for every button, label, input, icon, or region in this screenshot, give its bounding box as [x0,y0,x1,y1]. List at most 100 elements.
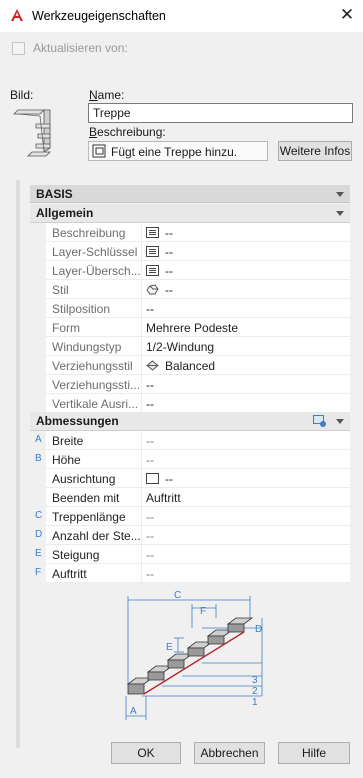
allgemein-row[interactable]: Form Mehrere Podeste [30,318,350,337]
property-name: Verziehungssti... [46,375,142,394]
property-value[interactable]: -- [142,280,350,299]
dimension-letter: E [35,548,42,559]
property-name: Anzahl der Ste... [46,526,142,545]
ok-button[interactable]: OK [111,742,181,764]
abmessungen-row[interactable]: D Anzahl der Ste... -- [30,526,350,545]
autocad-logo-icon [11,9,23,21]
property-name: Layer-Übersch... [46,261,142,280]
row-gutter [30,280,46,299]
collapse-abmessungen-icon[interactable] [336,419,344,424]
allgemein-row[interactable]: Layer-Schlüssel -- [30,242,350,261]
more-info-button[interactable]: Weitere Infos [278,141,352,161]
property-value-text: -- [146,397,154,411]
allgemein-row[interactable]: Layer-Übersch... -- [30,261,350,280]
property-value[interactable]: -- [142,299,350,318]
collapse-allgemein-icon[interactable] [336,211,344,216]
property-value-text: -- [146,510,154,524]
property-value[interactable]: -- [142,526,350,545]
diagram-label-a: A [130,706,137,717]
property-value-text: 1/2-Windung [146,340,215,354]
row-gutter: A [30,431,46,450]
property-name: Beenden mit [46,488,142,507]
name-label: Name: [89,88,125,102]
dimension-letter: B [35,453,42,464]
abmessungen-row[interactable]: F Auftritt -- [30,564,350,583]
row-gutter [30,242,46,261]
group-allgemein[interactable]: Allgemein [30,204,350,223]
name-input[interactable]: Treppe [88,103,353,123]
property-value-text: -- [165,472,173,486]
row-gutter [30,469,46,488]
property-value-text: Balanced [165,359,216,373]
dimension-letter: A [35,434,42,445]
diagram-label-c: C [174,590,181,601]
property-name: Stilposition [46,299,142,318]
style-icon [146,284,159,295]
collapse-basis-icon[interactable] [336,192,344,197]
property-value-text: Auftritt [146,491,181,505]
cancel-button[interactable]: Abbrechen [194,742,265,764]
property-value-text: -- [165,226,173,240]
dimensions-settings-icon[interactable] [313,415,327,428]
update-checkbox[interactable] [12,42,25,55]
section-basis-title: BASIS [36,187,73,201]
abmessungen-row[interactable]: A Breite -- [30,431,350,450]
abmessungen-row[interactable]: Ausrichtung -- [30,469,350,488]
property-value[interactable]: -- [142,261,350,280]
property-value[interactable]: -- [142,507,350,526]
property-name: Höhe [46,450,142,469]
property-value[interactable]: 1/2-Windung [142,337,350,356]
property-name: Windungstyp [46,337,142,356]
diagram-label-d: D [255,624,262,635]
allgemein-row[interactable]: Verziehungsstil Balanced [30,356,350,375]
diagram-label-f: F [200,606,206,617]
allgemein-row[interactable]: Stilposition -- [30,299,350,318]
allgemein-row[interactable]: Verziehungssti... -- [30,375,350,394]
row-gutter: E [30,545,46,564]
update-label: Aktualisieren von: [33,41,128,55]
property-value-text: -- [146,567,154,581]
diagram-label-3: 3 [252,675,258,686]
dimension-letter: C [35,510,43,521]
property-value[interactable]: Mehrere Podeste [142,318,350,337]
abmessungen-row[interactable]: E Steigung -- [30,545,350,564]
allgemein-row[interactable]: Vertikale Ausri... -- [30,394,350,413]
property-value-text: -- [146,548,154,562]
description-icon [92,144,106,158]
window-title: Werkzeugeigenschaften [32,9,166,23]
row-gutter [30,261,46,280]
property-value[interactable]: Auftritt [142,488,350,507]
property-value-text: -- [165,264,173,278]
stair-thumbnail-icon [13,109,51,157]
abmessungen-row[interactable]: B Höhe -- [30,450,350,469]
property-value[interactable]: -- [142,375,350,394]
row-gutter [30,394,46,413]
allgemein-row[interactable]: Beschreibung -- [30,223,350,242]
property-value[interactable]: Balanced [142,356,350,375]
property-value[interactable]: -- [142,394,350,413]
property-value[interactable]: -- [142,564,350,583]
balanced-icon [146,360,159,371]
group-abmessungen[interactable]: Abmessungen [30,412,350,431]
property-value-text: -- [146,378,154,392]
property-value[interactable]: -- [142,469,350,488]
property-name: Beschreibung [46,223,142,242]
section-basis[interactable]: BASIS [30,185,350,203]
property-value[interactable]: -- [142,431,350,450]
property-name: Stil [46,280,142,299]
property-value[interactable]: -- [142,450,350,469]
dimension-letter: F [35,567,42,578]
abmessungen-row[interactable]: C Treppenlänge -- [30,507,350,526]
help-button[interactable]: Hilfe [278,742,350,764]
property-value[interactable]: -- [142,223,350,242]
allgemein-row[interactable]: Windungstyp 1/2-Windung [30,337,350,356]
property-value[interactable]: -- [142,242,350,261]
property-value-text: -- [165,245,173,259]
property-value[interactable]: -- [142,545,350,564]
row-gutter: C [30,507,46,526]
property-name: Breite [46,431,142,450]
abmessungen-row[interactable]: Beenden mit Auftritt [30,488,350,507]
palette-left-strip [16,180,20,748]
allgemein-row[interactable]: Stil -- [30,280,350,299]
close-button[interactable]: ✕ [336,4,358,26]
